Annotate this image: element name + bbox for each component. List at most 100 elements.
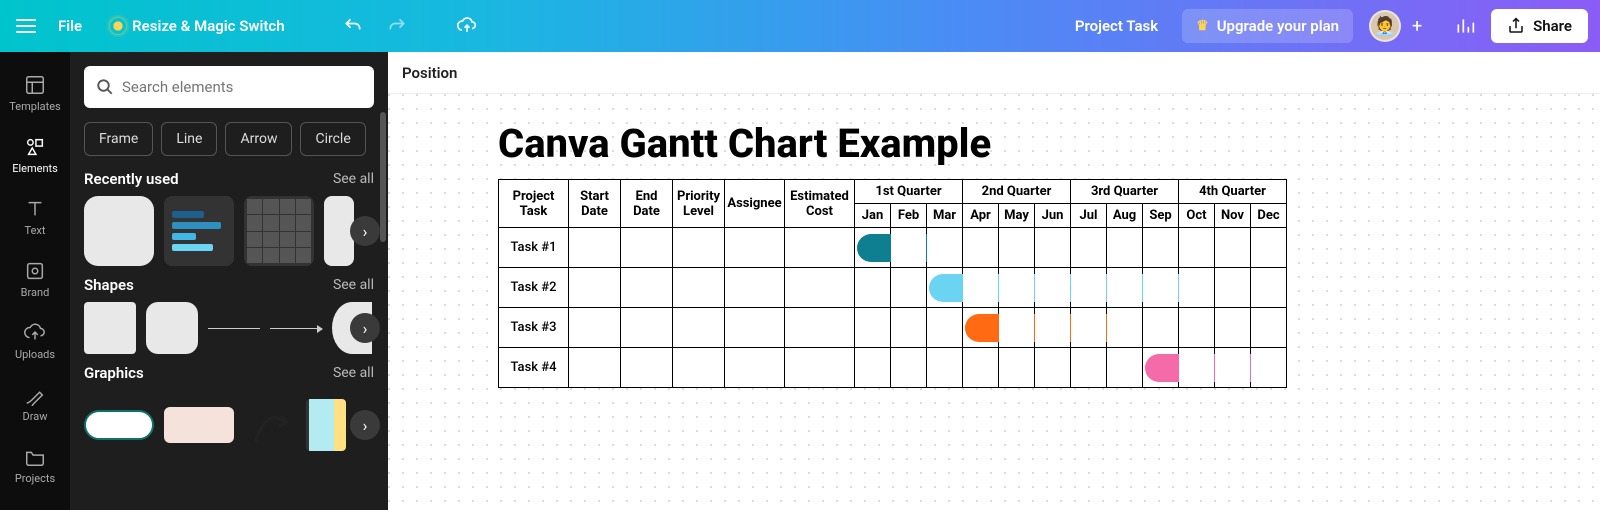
analytics-icon[interactable] — [1447, 8, 1483, 44]
recent-thumb[interactable] — [244, 196, 314, 266]
graphic-thumb[interactable] — [84, 410, 154, 440]
gantt-cell — [1143, 268, 1179, 308]
thumbs-next-icon[interactable]: › — [350, 410, 380, 440]
rail-brand[interactable]: Brand — [0, 248, 70, 310]
see-all-shapes[interactable]: See all — [333, 277, 374, 293]
shape-arrow[interactable] — [270, 328, 322, 329]
task-row[interactable]: Task #3 — [499, 308, 1287, 348]
gantt-cell — [963, 308, 999, 348]
gantt-cell — [963, 228, 999, 268]
gantt-chart[interactable]: Project Task Start Date End Date Priorit… — [498, 179, 1287, 388]
chip-circle[interactable]: Circle — [300, 122, 365, 156]
rail-elements[interactable]: Elements — [0, 124, 70, 186]
menu-icon[interactable] — [12, 12, 40, 40]
add-collaborator-button[interactable]: + — [1403, 12, 1431, 40]
empty-cell — [621, 268, 673, 308]
upgrade-button[interactable]: ♛ Upgrade your plan — [1182, 9, 1353, 43]
quarter-header: 4th Quarter — [1179, 180, 1287, 204]
gantt-cell — [927, 348, 963, 388]
empty-cell — [725, 268, 785, 308]
cloud-sync-icon[interactable] — [449, 8, 485, 44]
month-header: Jul — [1071, 204, 1107, 228]
gantt-cell — [927, 308, 963, 348]
crown-icon: ♛ — [1196, 18, 1209, 34]
gantt-cell — [963, 268, 999, 308]
project-title[interactable]: Project Task — [1059, 17, 1174, 35]
chip-arrow[interactable]: Arrow — [225, 122, 292, 156]
gantt-cell — [1179, 348, 1215, 388]
avatar[interactable]: 🧑‍💼 — [1369, 10, 1401, 42]
section-recent-title: Recently used — [84, 170, 179, 188]
elements-panel: Frame Line Arrow Circle › Recently used S… — [70, 52, 388, 510]
empty-cell — [785, 228, 855, 268]
filter-chips: Frame Line Arrow Circle › — [84, 122, 374, 156]
shape-square[interactable] — [84, 302, 136, 354]
canvas-toolbar: Position — [388, 52, 1600, 94]
col-end: End Date — [621, 180, 673, 228]
share-button[interactable]: Share — [1491, 9, 1588, 43]
recent-thumb[interactable] — [84, 196, 154, 266]
rail-templates[interactable]: Templates — [0, 62, 70, 124]
undo-button[interactable] — [335, 8, 371, 44]
rail-label: Draw — [23, 410, 48, 423]
gantt-cell — [999, 228, 1035, 268]
canvas-area: Position Canva Gantt Chart Example Proje… — [388, 52, 1600, 510]
gantt-cell — [1215, 348, 1251, 388]
empty-cell — [725, 308, 785, 348]
shape-rounded-square[interactable] — [146, 302, 198, 354]
rail-projects[interactable]: Projects — [0, 434, 70, 496]
rail-label: Elements — [12, 162, 58, 175]
month-header: Mar — [927, 204, 963, 228]
shape-line[interactable] — [208, 328, 260, 329]
recent-thumbs: › — [84, 196, 374, 266]
task-label: Task #3 — [499, 308, 569, 348]
search-box[interactable] — [84, 66, 374, 108]
rail-draw[interactable]: Draw — [0, 372, 70, 434]
gantt-cell — [1035, 228, 1071, 268]
rail-text[interactable]: Text — [0, 186, 70, 248]
rail-uploads[interactable]: Uploads — [0, 310, 70, 372]
col-priority: Priority Level — [673, 180, 725, 228]
thumbs-next-icon[interactable]: › — [350, 313, 380, 343]
side-rail: Templates Elements Text Brand Uploads Dr… — [0, 52, 70, 510]
chip-frame[interactable]: Frame — [84, 122, 153, 156]
share-label: Share — [1533, 17, 1572, 35]
gantt-cell — [999, 348, 1035, 388]
task-row[interactable]: Task #2 — [499, 268, 1287, 308]
position-button[interactable]: Position — [402, 64, 457, 82]
recent-thumb[interactable] — [164, 196, 234, 266]
col-cost: Estimated Cost — [785, 180, 855, 228]
document-title[interactable]: Canva Gantt Chart Example — [498, 120, 1490, 167]
gantt-cell — [855, 268, 891, 308]
graphic-thumb[interactable] — [306, 399, 346, 451]
gantt-cell — [855, 308, 891, 348]
task-row[interactable]: Task #1 — [499, 228, 1287, 268]
chip-line[interactable]: Line — [161, 122, 217, 156]
month-header: Sep — [1143, 204, 1179, 228]
empty-cell — [569, 348, 621, 388]
resize-magic-switch[interactable]: Resize & Magic Switch — [100, 11, 294, 41]
redo-button[interactable] — [379, 8, 415, 44]
gantt-cell — [855, 348, 891, 388]
see-all-recent[interactable]: See all — [333, 171, 374, 187]
gantt-cell — [1179, 228, 1215, 268]
rail-label: Templates — [9, 100, 60, 113]
shapes-thumbs: › — [84, 302, 374, 354]
file-menu[interactable]: File — [48, 11, 92, 41]
search-input[interactable] — [122, 78, 362, 96]
rail-label: Text — [25, 224, 46, 237]
graphic-thumb[interactable] — [164, 407, 234, 443]
canvas[interactable]: Canva Gantt Chart Example Project Task S… — [388, 94, 1600, 510]
resize-label: Resize & Magic Switch — [132, 17, 284, 35]
task-row[interactable]: Task #4 — [499, 348, 1287, 388]
empty-cell — [785, 268, 855, 308]
see-all-graphics[interactable]: See all — [333, 365, 374, 381]
gantt-cell — [1035, 268, 1071, 308]
col-task: Project Task — [499, 180, 569, 228]
thumbs-next-icon[interactable]: › — [350, 216, 380, 246]
graphic-thumb[interactable] — [244, 390, 296, 460]
gantt-cell — [1143, 228, 1179, 268]
gantt-cell — [1107, 308, 1143, 348]
quarter-header: 2nd Quarter — [963, 180, 1071, 204]
task-label: Task #1 — [499, 228, 569, 268]
